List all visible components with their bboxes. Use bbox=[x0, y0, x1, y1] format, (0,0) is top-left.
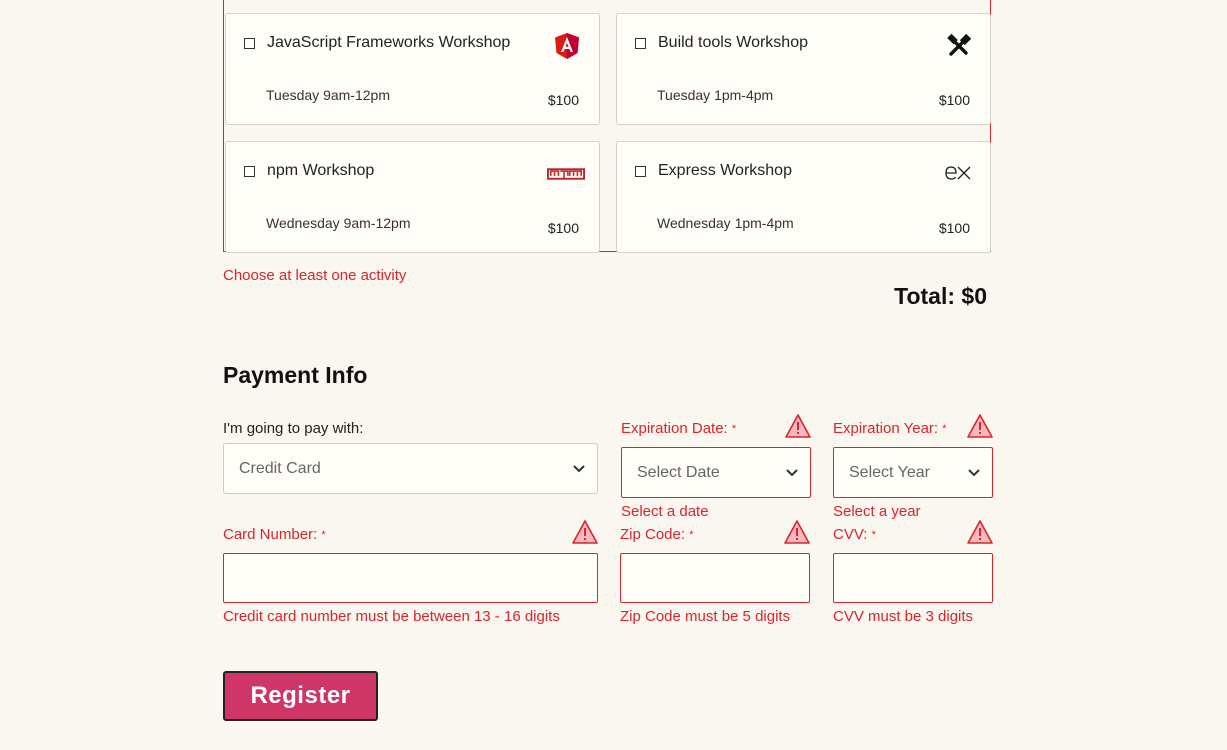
exp-date-error: Select a date bbox=[621, 503, 709, 520]
activity-checkbox[interactable] bbox=[244, 166, 255, 177]
exp-year-placeholder: Select Year bbox=[849, 463, 930, 481]
zip-code-label-text: Zip Code: bbox=[620, 526, 686, 543]
activity-price: $100 bbox=[938, 220, 970, 236]
cvv-input[interactable] bbox=[833, 553, 993, 603]
cvv-label: CVV: * bbox=[833, 526, 876, 543]
activity-time: Tuesday 9am-12pm bbox=[266, 87, 390, 103]
zip-code-label: Zip Code: * bbox=[620, 526, 694, 543]
exp-year-label-text: Expiration Year: bbox=[833, 420, 939, 437]
exp-date-select[interactable]: Select Date bbox=[621, 447, 811, 498]
express-logo-icon bbox=[945, 166, 971, 180]
register-button[interactable]: Register bbox=[223, 671, 378, 721]
card-number-label-text: Card Number: bbox=[223, 526, 318, 543]
exp-date-label-text: Expiration Date: bbox=[621, 420, 728, 437]
exp-date-placeholder: Select Date bbox=[637, 463, 720, 481]
angular-logo-icon bbox=[555, 33, 579, 59]
exp-date-label: Expiration Date: * bbox=[621, 420, 736, 437]
payment-method-select[interactable]: Credit Card bbox=[223, 443, 598, 494]
activities-fieldset: JavaScript Frameworks Workshop Tuesday 9… bbox=[223, 0, 991, 253]
activity-title: Build tools Workshop bbox=[658, 34, 808, 51]
zip-code-error: Zip Code must be 5 digits bbox=[620, 608, 791, 625]
warning-icon bbox=[967, 520, 993, 544]
activity-price: $100 bbox=[547, 220, 579, 236]
card-number-error: Credit card number must be between 13 - … bbox=[223, 608, 560, 625]
activity-time: Wednesday 9am-12pm bbox=[266, 215, 411, 231]
activity-price: $100 bbox=[547, 92, 579, 108]
cvv-error: CVV must be 3 digits bbox=[833, 608, 974, 625]
required-marker: * bbox=[942, 423, 947, 436]
payment-heading: Payment Info bbox=[223, 362, 368, 388]
warning-icon bbox=[967, 414, 993, 438]
total-cost: Total: $0 bbox=[894, 283, 987, 309]
warning-icon bbox=[572, 520, 598, 544]
required-marker: * bbox=[871, 529, 876, 542]
activity-time: Tuesday 1pm-4pm bbox=[657, 87, 774, 103]
exp-year-error: Select a year bbox=[833, 503, 921, 520]
activity-card-express[interactable]: Express Workshop Wednesday 1pm-4pm $100 bbox=[616, 141, 991, 253]
pay-with-label: I'm going to pay with: bbox=[223, 420, 364, 437]
activity-checkbox[interactable] bbox=[635, 38, 646, 49]
activity-time: Wednesday 1pm-4pm bbox=[657, 215, 794, 231]
payment-method-value: Credit Card bbox=[239, 459, 321, 477]
activity-title: JavaScript Frameworks Workshop bbox=[267, 34, 511, 51]
chevron-down-icon bbox=[968, 468, 980, 476]
activity-checkbox[interactable] bbox=[244, 38, 255, 49]
activity-title: Express Workshop bbox=[658, 162, 792, 179]
chevron-down-icon bbox=[573, 464, 585, 472]
card-number-label: Card Number: * bbox=[223, 526, 326, 543]
required-marker: * bbox=[689, 529, 694, 542]
activity-checkbox[interactable] bbox=[635, 166, 646, 177]
required-marker: * bbox=[731, 423, 737, 436]
exp-year-select[interactable]: Select Year bbox=[833, 447, 993, 498]
warning-icon bbox=[784, 520, 810, 544]
exp-year-label: Expiration Year: * bbox=[833, 420, 947, 437]
activity-price: $100 bbox=[938, 92, 970, 108]
activity-card-npm[interactable]: npm Workshop Wednesday 9am-12pm $100 bbox=[225, 141, 600, 253]
chevron-down-icon bbox=[786, 468, 798, 476]
npm-logo-icon bbox=[547, 168, 585, 180]
warning-icon bbox=[785, 414, 811, 438]
activity-title: npm Workshop bbox=[267, 162, 375, 179]
activity-card-js-frameworks[interactable]: JavaScript Frameworks Workshop Tuesday 9… bbox=[225, 13, 600, 125]
activity-card-build-tools[interactable]: Build tools Workshop Tuesday 1pm-4pm $10… bbox=[616, 13, 991, 125]
card-number-input[interactable] bbox=[223, 553, 598, 603]
cvv-label-text: CVV: bbox=[833, 526, 868, 543]
required-marker: * bbox=[321, 529, 326, 542]
build-tools-icon bbox=[947, 33, 972, 56]
activities-error: Choose at least one activity bbox=[223, 267, 407, 284]
zip-code-input[interactable] bbox=[620, 553, 810, 603]
